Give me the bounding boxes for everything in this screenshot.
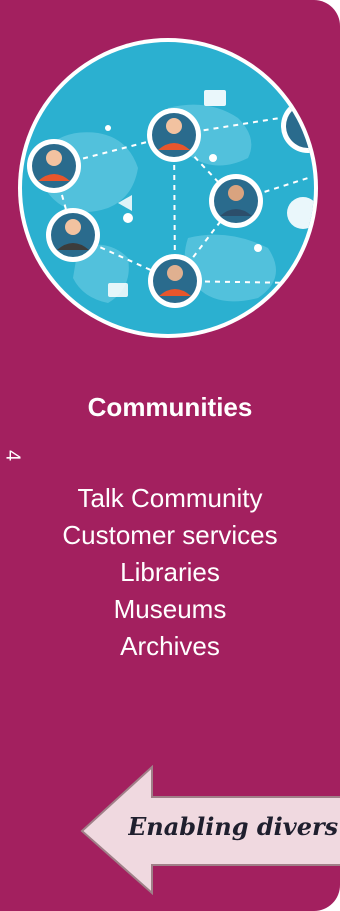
section-title: Communities [87,392,253,422]
link-archives[interactable]: Archives [0,628,340,665]
community-card: Communities 4 Talk Community Customer se… [0,0,340,911]
service-links: Talk Community Customer services Librari… [0,480,340,665]
link-museums[interactable]: Museums [0,591,340,628]
page-number: 4 [1,449,24,462]
link-talk-community[interactable]: Talk Community [0,480,340,517]
community-network-illustration [18,38,318,338]
link-libraries[interactable]: Libraries [0,554,340,591]
arrow-caption: Enabling divers [128,812,339,841]
link-customer-services[interactable]: Customer services [0,517,340,554]
